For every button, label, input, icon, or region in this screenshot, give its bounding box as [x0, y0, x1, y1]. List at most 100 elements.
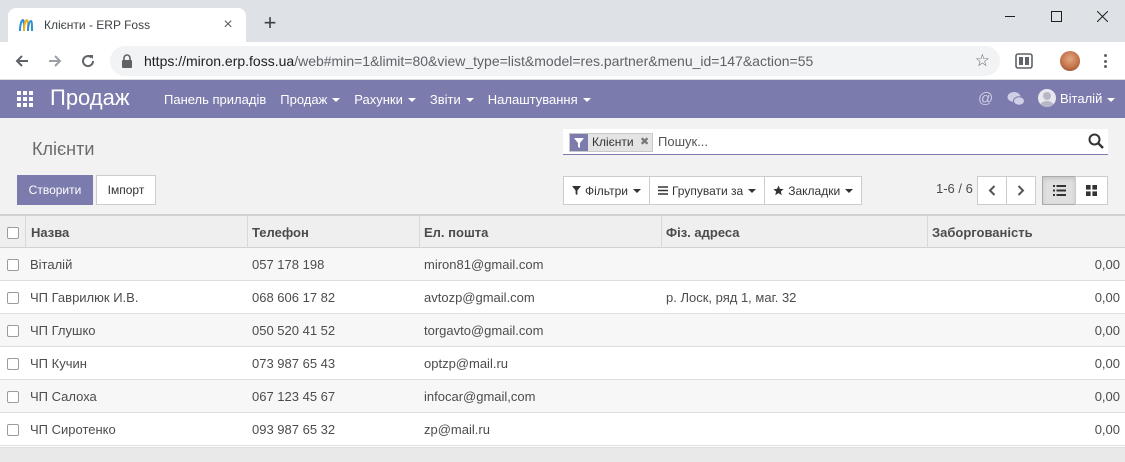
star-icon	[773, 185, 784, 196]
tab-title: Клієнти - ERP Foss	[44, 18, 151, 32]
window-close-icon[interactable]	[1079, 0, 1125, 32]
lock-icon	[122, 54, 132, 68]
column-header-email[interactable]: Ел. пошта	[420, 216, 662, 249]
table-header: Назва Телефон Ел. пошта Фіз. адреса Забо…	[0, 215, 1125, 249]
messages-icon[interactable]	[1007, 91, 1025, 107]
caret-down-icon	[748, 188, 757, 193]
row-checkbox[interactable]	[7, 325, 19, 337]
search-bar: Клієнти ✖	[563, 129, 1108, 155]
row-checkbox[interactable]	[7, 358, 19, 370]
forward-arrow-icon[interactable]	[43, 49, 67, 73]
reload-icon[interactable]	[76, 49, 100, 73]
row-checkbox[interactable]	[7, 391, 19, 403]
window-maximize-icon[interactable]	[1033, 0, 1079, 32]
table-row[interactable]: ЧП Глушко 050 520 41 52 torgavto@gmail.c…	[0, 314, 1125, 347]
user-avatar[interactable]	[1038, 89, 1056, 107]
back-arrow-icon[interactable]	[10, 49, 34, 73]
search-icon[interactable]	[1088, 133, 1104, 149]
cell-name: Віталій	[30, 257, 73, 272]
table-row[interactable]: Віталій 057 178 198 miron81@gmail.com 0,…	[0, 248, 1125, 281]
pager-value[interactable]: 1-6 / 6	[936, 181, 973, 196]
row-checkbox[interactable]	[7, 292, 19, 304]
column-header-debt[interactable]: Заборгованість	[928, 216, 1125, 249]
window-minimize-icon[interactable]	[987, 0, 1033, 32]
menu-item-invoices[interactable]: Рахунки	[354, 92, 416, 107]
filter-funnel-icon	[570, 134, 588, 151]
kanban-view-button[interactable]	[1075, 176, 1108, 205]
table-row[interactable]: ЧП Салоха 067 123 45 67 infocar@gmail,co…	[0, 380, 1125, 413]
cell-address	[666, 380, 928, 413]
cell-address: р. Лоск, ряд 1, маг. 32	[666, 290, 797, 305]
cell-address	[666, 413, 928, 446]
cell-phone: 067 123 45 67	[252, 389, 336, 404]
select-all-checkbox[interactable]	[7, 227, 19, 239]
column-header-address[interactable]: Фіз. адреса	[662, 216, 928, 249]
cell-email: zp@mail.ru	[424, 422, 490, 437]
mentions-icon[interactable]: @	[978, 90, 993, 108]
extension-icon[interactable]	[1015, 52, 1033, 70]
app-brand[interactable]: Продаж	[50, 85, 130, 111]
import-button[interactable]: Імпорт	[96, 175, 156, 205]
create-button[interactable]: Створити	[17, 175, 93, 205]
page-title: Клієнти	[32, 139, 95, 159]
row-checkbox[interactable]	[7, 424, 19, 436]
menu-item-dashboard[interactable]: Панель приладів	[164, 92, 266, 107]
caret-down-icon	[1107, 97, 1116, 102]
caret-down-icon	[632, 188, 641, 193]
pager-next-button[interactable]	[1006, 176, 1036, 205]
group-by-dropdown[interactable]: Групувати за	[648, 176, 766, 205]
facet-remove-icon[interactable]: ✖	[637, 134, 652, 151]
cell-phone: 093 987 65 32	[252, 422, 336, 437]
menu-item-reports[interactable]: Звіти	[430, 92, 474, 107]
bars-icon	[657, 186, 668, 195]
favorites-dropdown[interactable]: Закладки	[764, 176, 863, 205]
address-bar[interactable]: https://miron.erp.foss.ua/web#min=1&limi…	[110, 46, 1000, 76]
cell-name: ЧП Глушко	[30, 323, 96, 338]
cell-address	[666, 347, 928, 380]
chevron-left-icon	[988, 185, 996, 196]
apps-grid-icon[interactable]	[17, 91, 33, 107]
menu-item-settings[interactable]: Налаштування	[488, 92, 591, 107]
column-header-phone[interactable]: Телефон	[248, 216, 420, 249]
profile-avatar[interactable]	[1060, 51, 1080, 71]
user-menu[interactable]: Віталій	[1060, 91, 1116, 107]
cell-debt: 0,00	[1094, 323, 1120, 338]
row-checkbox[interactable]	[7, 259, 19, 271]
tab-close-icon[interactable]: ×	[220, 17, 236, 33]
menu-item-sales[interactable]: Продаж	[280, 92, 341, 107]
table-row[interactable]: ЧП Сиротенко 093 987 65 32 zp@mail.ru 0,…	[0, 413, 1125, 446]
cell-email: optzp@mail.ru	[424, 356, 509, 371]
browser-toolbar: https://miron.erp.foss.ua/web#min=1&limi…	[0, 42, 1125, 80]
horizontal-scrollbar[interactable]	[0, 447, 1125, 462]
bookmark-star-icon[interactable]: ☆	[975, 52, 990, 70]
cell-debt: 0,00	[1094, 389, 1120, 404]
filter-funnel-icon	[572, 186, 581, 195]
browser-menu-icon[interactable]	[1096, 52, 1114, 70]
table-row[interactable]: ЧП Кучин 073 987 65 43 optzp@mail.ru 0,0…	[0, 347, 1125, 380]
browser-titlebar: Клієнти - ERP Foss × +	[0, 0, 1125, 42]
browser-tab[interactable]: Клієнти - ERP Foss ×	[8, 8, 246, 42]
cell-email: infocar@gmail,com	[424, 389, 536, 404]
caret-down-icon	[582, 98, 591, 103]
caret-down-icon	[465, 98, 474, 103]
caret-down-icon	[407, 98, 416, 103]
chevron-right-icon	[1017, 185, 1025, 196]
cell-email: avtozp@gmail.com	[424, 290, 535, 305]
cell-name: ЧП Гаврилюк И.В.	[30, 290, 139, 305]
cell-email: torgavto@gmail.com	[424, 323, 544, 338]
pager-previous-button[interactable]	[977, 176, 1007, 205]
list-icon	[1052, 185, 1066, 196]
customers-list: Назва Телефон Ел. пошта Фіз. адреса Забо…	[0, 215, 1125, 446]
cell-phone: 073 987 65 43	[252, 356, 336, 371]
new-tab-button[interactable]: +	[258, 12, 282, 36]
filters-dropdown[interactable]: Фільтри	[563, 176, 650, 205]
search-facet[interactable]: Клієнти ✖	[569, 133, 653, 152]
caret-down-icon	[845, 188, 854, 193]
table-row[interactable]: ЧП Гаврилюк И.В. 068 606 17 82 avtozp@gm…	[0, 281, 1125, 314]
column-header-name[interactable]: Назва	[25, 216, 248, 249]
list-view-button[interactable]	[1042, 176, 1076, 205]
search-input[interactable]	[658, 131, 1078, 151]
cell-email: miron81@gmail.com	[424, 257, 544, 272]
app-navbar: Продаж Панель приладів Продаж Рахунки Зв…	[0, 80, 1125, 118]
kanban-grid-icon	[1086, 185, 1097, 196]
